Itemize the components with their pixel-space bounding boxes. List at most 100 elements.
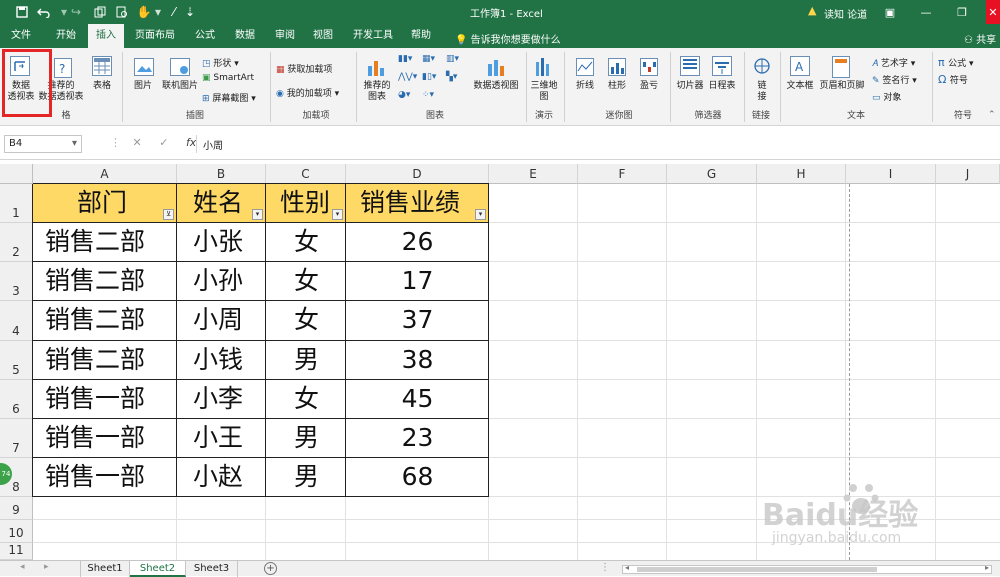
tab-formulas[interactable]: 公式 bbox=[188, 24, 222, 48]
cell-name[interactable]: 小李 bbox=[193, 380, 266, 418]
name-box-dropdown-icon[interactable]: ▾ bbox=[72, 138, 77, 149]
cell-department[interactable]: 销售二部 bbox=[45, 301, 177, 339]
column-header-j[interactable]: J bbox=[936, 164, 1000, 184]
tab-help[interactable]: 帮助 bbox=[404, 24, 438, 48]
horizontal-scrollbar[interactable]: ◂ ▸ bbox=[622, 563, 992, 574]
close-icon[interactable]: ✕ bbox=[986, 0, 1000, 24]
cell-department[interactable]: 销售二部 bbox=[45, 223, 177, 261]
cell-gender[interactable]: 女 bbox=[294, 262, 346, 300]
header-gender[interactable]: 性别 bbox=[280, 184, 334, 222]
cell-gender[interactable]: 女 bbox=[294, 301, 346, 339]
screenshot-button[interactable]: ⊞ 屏幕截图 ▾ bbox=[202, 91, 256, 104]
add-sheet-icon[interactable]: + bbox=[264, 562, 277, 575]
cell-name[interactable]: 小张 bbox=[193, 223, 266, 261]
row-header-3[interactable]: 3 bbox=[0, 262, 33, 301]
cell-gender[interactable]: 女 bbox=[294, 380, 346, 418]
hierarchy-chart-icon[interactable]: ▦▾ bbox=[422, 54, 435, 64]
recommended-charts-button[interactable]: 推荐的 图表 bbox=[360, 81, 394, 103]
cell-name[interactable]: 小赵 bbox=[193, 458, 266, 496]
tab-file[interactable]: 文件 bbox=[6, 24, 36, 48]
cell-sales[interactable]: 26 bbox=[346, 223, 489, 261]
pie-chart-icon[interactable]: ◕▾ bbox=[398, 90, 410, 100]
column-header-g[interactable]: G bbox=[667, 164, 757, 184]
cell-name[interactable]: 小钱 bbox=[193, 341, 266, 379]
restore-icon[interactable]: ❐ bbox=[944, 0, 980, 24]
scrollbar-thumb[interactable] bbox=[637, 567, 877, 572]
map3d-button[interactable]: 三维地 图 bbox=[528, 81, 560, 103]
column-header-c[interactable]: C bbox=[266, 164, 346, 184]
timeline-button[interactable]: 日程表 bbox=[706, 81, 738, 92]
column-header-b[interactable]: B bbox=[177, 164, 266, 184]
column-chart-icon[interactable]: ▮▮▾ bbox=[398, 54, 412, 64]
slicer-button[interactable]: 切片器 bbox=[674, 81, 706, 92]
tell-me-box[interactable]: 💡 告诉我你想要做什么 bbox=[455, 31, 561, 46]
cell-department[interactable]: 销售二部 bbox=[45, 262, 177, 300]
row-header-7[interactable]: 7 bbox=[0, 419, 33, 458]
header-footer-button[interactable]: 页眉和页脚 bbox=[816, 81, 868, 92]
header-sales[interactable]: 销售业绩 bbox=[360, 184, 477, 222]
pivot-chart-button[interactable]: 数据透视图 bbox=[470, 81, 522, 92]
tab-home[interactable]: 开始 bbox=[48, 24, 84, 48]
next-sheet-icon[interactable]: ▸ bbox=[44, 562, 49, 572]
formula-input[interactable]: 小周 bbox=[196, 135, 996, 153]
select-all-corner[interactable] bbox=[0, 164, 33, 184]
row-header-2[interactable]: 2 bbox=[0, 223, 33, 262]
cell-department[interactable]: 销售二部 bbox=[45, 341, 177, 379]
insert-function-icon[interactable]: fx bbox=[186, 136, 196, 149]
signature-button[interactable]: ✎ 签名行 ▾ bbox=[872, 73, 917, 86]
column-header-e[interactable]: E bbox=[489, 164, 578, 184]
cell-gender[interactable]: 男 bbox=[294, 458, 346, 496]
shapes-button[interactable]: ◳ 形状 ▾ bbox=[202, 56, 239, 69]
column-header-i[interactable]: I bbox=[846, 164, 936, 184]
sheet-tab-3[interactable]: Sheet3 bbox=[186, 561, 238, 577]
ribbon-display-icon[interactable]: ▣ bbox=[872, 0, 908, 24]
cell-name[interactable]: 小孙 bbox=[193, 262, 266, 300]
sheet-tab-1[interactable]: Sheet1 bbox=[80, 561, 130, 577]
copy-icon[interactable] bbox=[92, 4, 108, 20]
link-button[interactable]: 链 接 bbox=[752, 81, 772, 103]
scroll-left-icon[interactable]: ◂ bbox=[625, 563, 629, 572]
cell-name[interactable]: 小王 bbox=[193, 419, 266, 457]
prev-sheet-icon[interactable]: ◂ bbox=[20, 562, 25, 572]
row-header-10[interactable]: 10 bbox=[0, 520, 33, 543]
get-addins-button[interactable]: ▦ 获取加载项 bbox=[276, 62, 332, 75]
cell-gender[interactable]: 男 bbox=[294, 419, 346, 457]
minimize-icon[interactable]: — bbox=[908, 0, 944, 24]
collapse-ribbon-icon[interactable]: ⌃ bbox=[988, 110, 996, 120]
row-header-5[interactable]: 5 bbox=[0, 341, 33, 380]
cell-gender[interactable]: 男 bbox=[294, 341, 346, 379]
preview-icon[interactable] bbox=[114, 4, 130, 20]
header-department[interactable]: 部门 bbox=[77, 184, 165, 222]
waterfall-chart-icon[interactable]: ▥▾ bbox=[446, 54, 459, 64]
online-picture-button[interactable]: 联机图片 bbox=[158, 81, 202, 92]
smartart-button[interactable]: ▣ SmartArt bbox=[202, 73, 254, 83]
cell-name[interactable]: 小周 bbox=[193, 301, 266, 339]
column-header-d[interactable]: D bbox=[346, 164, 489, 184]
cell-sales[interactable]: 23 bbox=[346, 419, 489, 457]
share-button[interactable]: ⚇ 共享 bbox=[964, 31, 996, 46]
user-name[interactable]: 读知 论道 bbox=[824, 6, 867, 21]
cancel-icon[interactable]: ✕ bbox=[133, 136, 142, 149]
combo-chart-icon[interactable]: ▚▾ bbox=[446, 72, 457, 82]
scroll-right-icon[interactable]: ▸ bbox=[985, 563, 989, 572]
line-chart-icon[interactable]: ⋀⋁▾ bbox=[398, 72, 417, 82]
cell-gender[interactable]: 女 bbox=[294, 223, 346, 261]
row-header-11[interactable]: 11 bbox=[0, 543, 33, 560]
touch-dropdown-icon[interactable]: ▾ bbox=[150, 4, 166, 20]
tab-developer[interactable]: 开发工具 bbox=[348, 24, 398, 48]
row-header-9[interactable]: 9 bbox=[0, 497, 33, 520]
cell-sales[interactable]: 37 bbox=[346, 301, 489, 339]
tab-view[interactable]: 视图 bbox=[306, 24, 340, 48]
sparkline-column-button[interactable]: 柱形 bbox=[602, 81, 632, 92]
tab-data[interactable]: 数据 bbox=[228, 24, 262, 48]
save-icon[interactable] bbox=[14, 4, 30, 20]
sparkline-winloss-button[interactable]: 盈亏 bbox=[634, 81, 664, 92]
sheet-tab-2[interactable]: Sheet2 bbox=[130, 561, 186, 577]
row-header-6[interactable]: 6 bbox=[0, 380, 33, 419]
row-header-4[interactable]: 4 bbox=[0, 301, 33, 341]
name-box[interactable]: B4 ▾ bbox=[4, 135, 82, 153]
picture-button[interactable]: 图片 bbox=[128, 81, 158, 92]
column-header-h[interactable]: H bbox=[757, 164, 846, 184]
column-header-f[interactable]: F bbox=[578, 164, 667, 184]
wordart-button[interactable]: 𝐴 艺术字 ▾ bbox=[872, 56, 915, 69]
